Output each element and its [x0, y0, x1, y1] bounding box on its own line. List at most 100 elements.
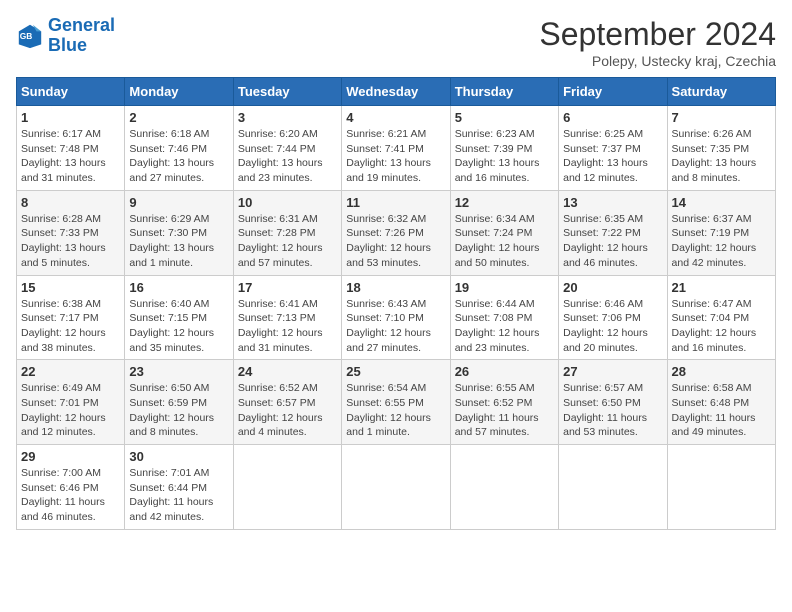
day-info: Sunrise: 6:32 AM Sunset: 7:26 PM Dayligh…: [346, 212, 445, 271]
calendar-cell: 16 Sunrise: 6:40 AM Sunset: 7:15 PM Dayli…: [125, 275, 233, 360]
day-number: 9: [129, 195, 228, 210]
day-number: 23: [129, 364, 228, 379]
header-day-monday: Monday: [125, 78, 233, 106]
logo-text: General Blue: [48, 16, 115, 56]
day-number: 15: [21, 280, 120, 295]
day-number: 8: [21, 195, 120, 210]
calendar-cell: 18Sunrise: 6:43 AM Sunset: 7:10 PM Dayli…: [342, 275, 450, 360]
day-number: 2: [129, 110, 228, 125]
week-row-4: 22Sunrise: 6:49 AM Sunset: 7:01 PM Dayli…: [17, 360, 776, 445]
calendar-cell: 29 Sunrise: 7:00 AM Sunset: 6:46 PM Dayli…: [17, 445, 125, 530]
week-row-5: 29 Sunrise: 7:00 AM Sunset: 6:46 PM Dayli…: [17, 445, 776, 530]
day-number: 5: [455, 110, 554, 125]
day-number: 29: [21, 449, 120, 464]
logo: GB General Blue: [16, 16, 115, 56]
day-info: Sunrise: 7:01 AM Sunset: 6:44 PM Dayligh…: [129, 466, 228, 525]
calendar-cell: 26 Sunrise: 6:55 AM Sunset: 6:52 PM Dayli…: [450, 360, 558, 445]
day-info: Sunrise: 7:00 AM Sunset: 6:46 PM Dayligh…: [21, 466, 120, 525]
logo-icon: GB: [16, 22, 44, 50]
day-number: 16: [129, 280, 228, 295]
day-number: 13: [563, 195, 662, 210]
calendar-cell: 4 Sunrise: 6:21 AM Sunset: 7:41 PM Daylig…: [342, 106, 450, 191]
day-number: 7: [672, 110, 771, 125]
day-number: 12: [455, 195, 554, 210]
header-day-wednesday: Wednesday: [342, 78, 450, 106]
calendar-cell: 7 Sunrise: 6:26 AM Sunset: 7:35 PM Daylig…: [667, 106, 775, 191]
calendar-cell: 12 Sunrise: 6:34 AM Sunset: 7:24 PM Dayli…: [450, 190, 558, 275]
calendar-cell: 17 Sunrise: 6:41 AM Sunset: 7:13 PM Dayli…: [233, 275, 341, 360]
page-header: GB General Blue September 2024 Polepy, U…: [16, 16, 776, 69]
day-info: Sunrise: 6:23 AM Sunset: 7:39 PM Dayligh…: [455, 127, 554, 186]
day-number: 19: [455, 280, 554, 295]
header-row: SundayMondayTuesdayWednesdayThursdayFrid…: [17, 78, 776, 106]
day-number: 11: [346, 195, 445, 210]
day-info: Sunrise: 6:25 AM Sunset: 7:37 PM Dayligh…: [563, 127, 662, 186]
day-info: Sunrise: 6:28 AM Sunset: 7:33 PM Dayligh…: [21, 212, 120, 271]
day-info: Sunrise: 6:49 AM Sunset: 7:01 PM Dayligh…: [21, 381, 120, 440]
calendar-cell: 20Sunrise: 6:46 AM Sunset: 7:06 PM Dayli…: [559, 275, 667, 360]
day-info: Sunrise: 6:31 AM Sunset: 7:28 PM Dayligh…: [238, 212, 337, 271]
day-number: 21: [672, 280, 771, 295]
day-number: 30: [129, 449, 228, 464]
week-row-3: 15 Sunrise: 6:38 AM Sunset: 7:17 PM Dayli…: [17, 275, 776, 360]
day-number: 4: [346, 110, 445, 125]
day-info: Sunrise: 6:40 AM Sunset: 7:15 PM Dayligh…: [129, 297, 228, 356]
day-info: Sunrise: 6:54 AM Sunset: 6:55 PM Dayligh…: [346, 381, 445, 440]
day-info: Sunrise: 6:20 AM Sunset: 7:44 PM Dayligh…: [238, 127, 337, 186]
calendar-cell: 5 Sunrise: 6:23 AM Sunset: 7:39 PM Daylig…: [450, 106, 558, 191]
day-info: Sunrise: 6:21 AM Sunset: 7:41 PM Dayligh…: [346, 127, 445, 186]
calendar-cell: 11 Sunrise: 6:32 AM Sunset: 7:26 PM Dayli…: [342, 190, 450, 275]
header-day-tuesday: Tuesday: [233, 78, 341, 106]
month-title: September 2024: [539, 16, 776, 53]
calendar-cell: 22Sunrise: 6:49 AM Sunset: 7:01 PM Dayli…: [17, 360, 125, 445]
calendar-cell: [342, 445, 450, 530]
calendar-cell: 28 Sunrise: 6:58 AM Sunset: 6:48 PM Dayli…: [667, 360, 775, 445]
calendar-cell: 6 Sunrise: 6:25 AM Sunset: 7:37 PM Daylig…: [559, 106, 667, 191]
day-info: Sunrise: 6:47 AM Sunset: 7:04 PM Dayligh…: [672, 297, 771, 356]
day-info: Sunrise: 6:29 AM Sunset: 7:30 PM Dayligh…: [129, 212, 228, 271]
week-row-2: 8 Sunrise: 6:28 AM Sunset: 7:33 PM Daylig…: [17, 190, 776, 275]
calendar-table: SundayMondayTuesdayWednesdayThursdayFrid…: [16, 77, 776, 530]
calendar-cell: [667, 445, 775, 530]
calendar-cell: 8 Sunrise: 6:28 AM Sunset: 7:33 PM Daylig…: [17, 190, 125, 275]
calendar-cell: 21 Sunrise: 6:47 AM Sunset: 7:04 PM Dayli…: [667, 275, 775, 360]
calendar-cell: [450, 445, 558, 530]
day-info: Sunrise: 6:17 AM Sunset: 7:48 PM Dayligh…: [21, 127, 120, 186]
week-row-1: 1 Sunrise: 6:17 AM Sunset: 7:48 PM Daylig…: [17, 106, 776, 191]
day-info: Sunrise: 6:44 AM Sunset: 7:08 PM Dayligh…: [455, 297, 554, 356]
calendar-cell: 14Sunrise: 6:37 AM Sunset: 7:19 PM Dayli…: [667, 190, 775, 275]
calendar-cell: 24Sunrise: 6:52 AM Sunset: 6:57 PM Dayli…: [233, 360, 341, 445]
calendar-cell: 27Sunrise: 6:57 AM Sunset: 6:50 PM Dayli…: [559, 360, 667, 445]
calendar-cell: [233, 445, 341, 530]
calendar-cell: 23 Sunrise: 6:50 AM Sunset: 6:59 PM Dayli…: [125, 360, 233, 445]
day-number: 26: [455, 364, 554, 379]
day-info: Sunrise: 6:55 AM Sunset: 6:52 PM Dayligh…: [455, 381, 554, 440]
calendar-cell: 1 Sunrise: 6:17 AM Sunset: 7:48 PM Daylig…: [17, 106, 125, 191]
day-number: 3: [238, 110, 337, 125]
day-info: Sunrise: 6:50 AM Sunset: 6:59 PM Dayligh…: [129, 381, 228, 440]
day-number: 17: [238, 280, 337, 295]
day-info: Sunrise: 6:34 AM Sunset: 7:24 PM Dayligh…: [455, 212, 554, 271]
day-info: Sunrise: 6:57 AM Sunset: 6:50 PM Dayligh…: [563, 381, 662, 440]
day-info: Sunrise: 6:18 AM Sunset: 7:46 PM Dayligh…: [129, 127, 228, 186]
calendar-cell: 13Sunrise: 6:35 AM Sunset: 7:22 PM Dayli…: [559, 190, 667, 275]
day-number: 6: [563, 110, 662, 125]
day-number: 28: [672, 364, 771, 379]
day-number: 14: [672, 195, 771, 210]
calendar-cell: 9 Sunrise: 6:29 AM Sunset: 7:30 PM Daylig…: [125, 190, 233, 275]
day-number: 20: [563, 280, 662, 295]
header-day-saturday: Saturday: [667, 78, 775, 106]
header-day-sunday: Sunday: [17, 78, 125, 106]
day-info: Sunrise: 6:38 AM Sunset: 7:17 PM Dayligh…: [21, 297, 120, 356]
calendar-cell: 3 Sunrise: 6:20 AM Sunset: 7:44 PM Daylig…: [233, 106, 341, 191]
day-number: 10: [238, 195, 337, 210]
calendar-cell: [559, 445, 667, 530]
calendar-cell: 30 Sunrise: 7:01 AM Sunset: 6:44 PM Dayli…: [125, 445, 233, 530]
day-info: Sunrise: 6:41 AM Sunset: 7:13 PM Dayligh…: [238, 297, 337, 356]
day-info: Sunrise: 6:26 AM Sunset: 7:35 PM Dayligh…: [672, 127, 771, 186]
calendar-cell: 10 Sunrise: 6:31 AM Sunset: 7:28 PM Dayli…: [233, 190, 341, 275]
day-number: 1: [21, 110, 120, 125]
day-info: Sunrise: 6:58 AM Sunset: 6:48 PM Dayligh…: [672, 381, 771, 440]
day-number: 24: [238, 364, 337, 379]
location-subtitle: Polepy, Ustecky kraj, Czechia: [539, 53, 776, 69]
